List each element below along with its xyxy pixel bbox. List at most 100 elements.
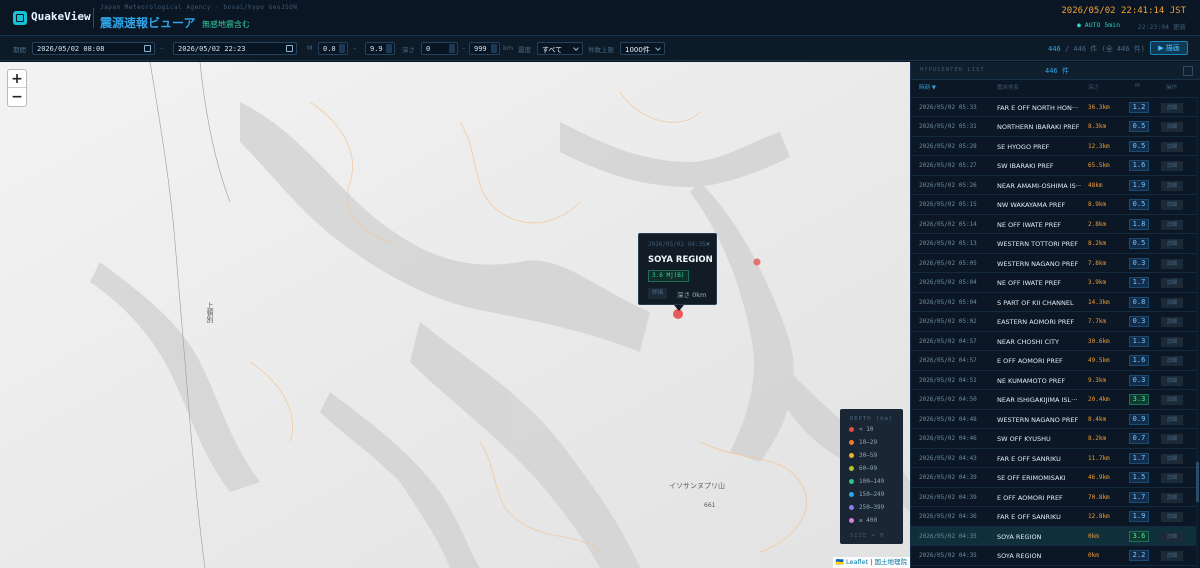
row-detail-button[interactable]: 詳細 <box>1161 219 1183 230</box>
row-depth: 20.4km <box>1088 396 1110 403</box>
legend-swatch <box>849 427 854 432</box>
row-detail-button[interactable]: 詳細 <box>1161 473 1183 483</box>
table-row[interactable]: 2026/05/02 04:51 NE KUMAMOTO PREF 9.3km 0.3… <box>911 371 1196 390</box>
table-row[interactable]: 2026/05/02 04:39 E OFF AOMORI PREF 70.8km 1… <box>911 488 1196 507</box>
table-row[interactable]: 2026/05/02 04:35 SOYA REGION 0km 3.6 詳細 <box>911 526 1196 546</box>
row-depth: 0km <box>1088 552 1099 559</box>
table-row[interactable]: 2026/05/02 05:15 NW WAKAYAMA PREF 8.9km 0.5… <box>911 195 1196 215</box>
table-row[interactable]: 2026/05/02 04:57 E OFF AOMORI PREF 49.5km 1… <box>911 351 1196 371</box>
table-row[interactable]: 2026/05/02 05:02 EASTERN AOMORI PREF 7.7km… <box>911 312 1196 332</box>
stepper-icon[interactable] <box>339 44 345 53</box>
leaflet-link[interactable]: 🇺🇦 Leaflet <box>836 558 868 566</box>
brand-name: QuakeView <box>31 10 91 23</box>
row-time: 2026/05/02 04:43 <box>919 454 977 462</box>
calendar-icon[interactable] <box>286 45 293 52</box>
table-row[interactable]: 2026/05/02 05:13 WESTERN TOTTORI PREF 8.2k… <box>911 234 1196 254</box>
table-row[interactable]: 2026/05/02 05:31 NORTHERN IBARAKI PREF 8.3… <box>911 117 1196 137</box>
limit-select[interactable]: 1000件 <box>620 42 665 55</box>
row-detail-button[interactable]: 詳細 <box>1161 180 1183 191</box>
table-row[interactable]: 2026/05/02 05:04 NE OFF IWATE PREF 3.9km 1.… <box>911 273 1196 293</box>
stepper-icon[interactable] <box>386 44 392 53</box>
row-detail-button[interactable]: 詳細 <box>1161 336 1183 347</box>
row-detail-button[interactable]: 詳細 <box>1161 434 1183 444</box>
intensity-select[interactable]: すべて <box>537 42 583 55</box>
table-row[interactable]: 2026/05/02 04:57 NEAR CHOSHI CITY 30.6km 1.… <box>911 332 1196 351</box>
stepper-icon[interactable] <box>491 44 497 53</box>
row-detail-button[interactable]: 詳細 <box>1161 531 1183 542</box>
row-detail-button[interactable]: 詳細 <box>1161 453 1183 464</box>
row-detail-button[interactable]: 詳細 <box>1161 141 1183 152</box>
legend-label: ≥ 400 <box>859 517 878 524</box>
table-row[interactable]: 2026/05/02 05:04 S PART OF KII CHANNEL 14.… <box>911 293 1196 312</box>
row-detail-button[interactable]: 詳細 <box>1161 161 1183 171</box>
table-row[interactable]: 2026/05/02 04:43 FAR E OFF SANRIKU 11.7km 1… <box>911 449 1196 468</box>
row-detail-button[interactable]: 詳細 <box>1161 122 1183 132</box>
row-depth: 8.2km <box>1088 435 1107 442</box>
column-time[interactable]: 時刻 ▼ <box>919 83 936 91</box>
row-detail-button[interactable]: 詳細 <box>1161 317 1183 327</box>
end-datetime-input[interactable]: 2026/05/02 22:23 <box>173 42 297 55</box>
close-icon[interactable]: ✕ <box>706 240 710 248</box>
row-detail-button[interactable]: 詳細 <box>1161 414 1183 425</box>
row-detail-button[interactable]: 詳細 <box>1161 395 1183 405</box>
row-detail-button[interactable]: 詳細 <box>1161 356 1183 366</box>
zoom-in-button[interactable]: + <box>8 70 26 88</box>
depth-min-input[interactable]: 0 <box>421 42 458 55</box>
magnitude-min-input[interactable]: 0.0 <box>318 42 348 55</box>
row-region: E OFF AOMORI PREF <box>997 493 1063 502</box>
gsi-link[interactable]: 国土地理院 <box>875 558 908 566</box>
table-row[interactable]: 2026/05/02 04:35 SOYA REGION 0km 2.2 詳細 <box>911 546 1196 566</box>
row-detail-button[interactable]: 詳細 <box>1161 278 1183 288</box>
table-row[interactable]: 2026/05/02 04:48 WESTERN NAGANO PREF 8.4km… <box>911 410 1196 429</box>
row-magnitude-badge: 2.2 <box>1129 550 1149 561</box>
magnitude-max-value: 9.9 <box>370 45 383 53</box>
column-depth[interactable]: 深さ <box>1088 83 1099 91</box>
row-depth: 14.3km <box>1088 298 1110 306</box>
map-view[interactable]: 上頓別 イソサンヌプリ山 661 + − 2026/05/02 04:35 ✕ … <box>0 62 910 568</box>
zoom-control: + − <box>7 69 27 107</box>
table-row[interactable]: 2026/05/02 05:05 WESTERN NAGANO PREF 7.8km… <box>911 254 1196 273</box>
table-row[interactable]: 2026/05/02 04:36 FAR E OFF SANRIKU 12.8km 1… <box>911 507 1196 527</box>
scrollbar-thumb[interactable] <box>1196 462 1199 502</box>
collapse-icon[interactable] <box>1183 66 1193 76</box>
start-datetime-input[interactable]: 2026/05/02 08:08 <box>32 42 155 55</box>
table-row[interactable]: 2026/05/02 04:46 SW OFF KYUSHU 8.2km 0.7 詳細 <box>911 429 1196 449</box>
row-depth: 11.7km <box>1088 454 1110 462</box>
intensity-select-value: すべて <box>542 46 563 54</box>
legend-item: 250–399 <box>849 504 884 514</box>
row-detail-button[interactable]: 詳細 <box>1161 200 1183 210</box>
hypocenter-rows[interactable]: 2026/05/02 05:35NE OFF IWATE PREF12.1km1… <box>911 86 1196 568</box>
legend-swatch <box>849 453 854 458</box>
row-detail-button[interactable]: 詳細 <box>1161 239 1183 249</box>
column-magnitude[interactable]: M <box>1135 83 1140 89</box>
row-detail-button[interactable]: 詳細 <box>1161 258 1183 269</box>
legend-label: 10–29 <box>859 439 878 446</box>
table-row[interactable]: 2026/05/02 05:27 SW IBARAKI PREF 65.5km 1.6… <box>911 156 1196 176</box>
table-row[interactable]: 2026/05/02 05:28 SE HYOGO PREF 12.3km 0.5 詳細 <box>911 137 1196 156</box>
column-region[interactable]: 震央地名 <box>997 83 1019 91</box>
row-magnitude-badge: 0.7 <box>1129 433 1149 444</box>
zoom-out-button[interactable]: − <box>8 88 26 106</box>
calendar-icon[interactable] <box>144 45 151 52</box>
depth-max-input[interactable]: 999 <box>469 42 500 55</box>
table-row[interactable]: 2026/05/02 05:14 NE OFF IWATE PREF 2.8km 1.… <box>911 215 1196 234</box>
popup-detail-button[interactable]: 詳細 <box>648 288 668 299</box>
row-detail-button[interactable]: 詳細 <box>1161 297 1183 308</box>
magnitude-max-input[interactable]: 9.9 <box>365 42 395 55</box>
table-row[interactable]: 2026/05/02 04:50 NEAR ISHIGAKIJIMA ISL···… <box>911 390 1196 410</box>
draw-button[interactable]: ▶ 描画 <box>1150 41 1188 55</box>
row-detail-button[interactable]: 詳細 <box>1161 102 1183 113</box>
auto-refresh-status[interactable]: ● AUTO 5min <box>1077 21 1120 29</box>
legend-label: 250–399 <box>859 504 885 511</box>
table-row[interactable]: 2026/05/02 05:33 FAR E OFF NORTH HON··· 36… <box>911 98 1196 117</box>
legend-swatch <box>849 492 854 497</box>
row-detail-button[interactable]: 詳細 <box>1161 512 1183 522</box>
magnitude-label: M <box>307 44 313 52</box>
row-detail-button[interactable]: 詳細 <box>1161 492 1183 503</box>
stepper-icon[interactable] <box>449 44 455 53</box>
table-row[interactable]: 2026/05/02 04:39 SE OFF ERIMOMISAKI 46.9km… <box>911 468 1196 488</box>
row-detail-button[interactable]: 詳細 <box>1161 551 1183 561</box>
list-scrollbar[interactable] <box>1196 94 1199 568</box>
row-detail-button[interactable]: 詳細 <box>1161 375 1183 386</box>
table-row[interactable]: 2026/05/02 05:26 NEAR AMAMI-OSHIMA IS··· 4… <box>911 176 1196 195</box>
